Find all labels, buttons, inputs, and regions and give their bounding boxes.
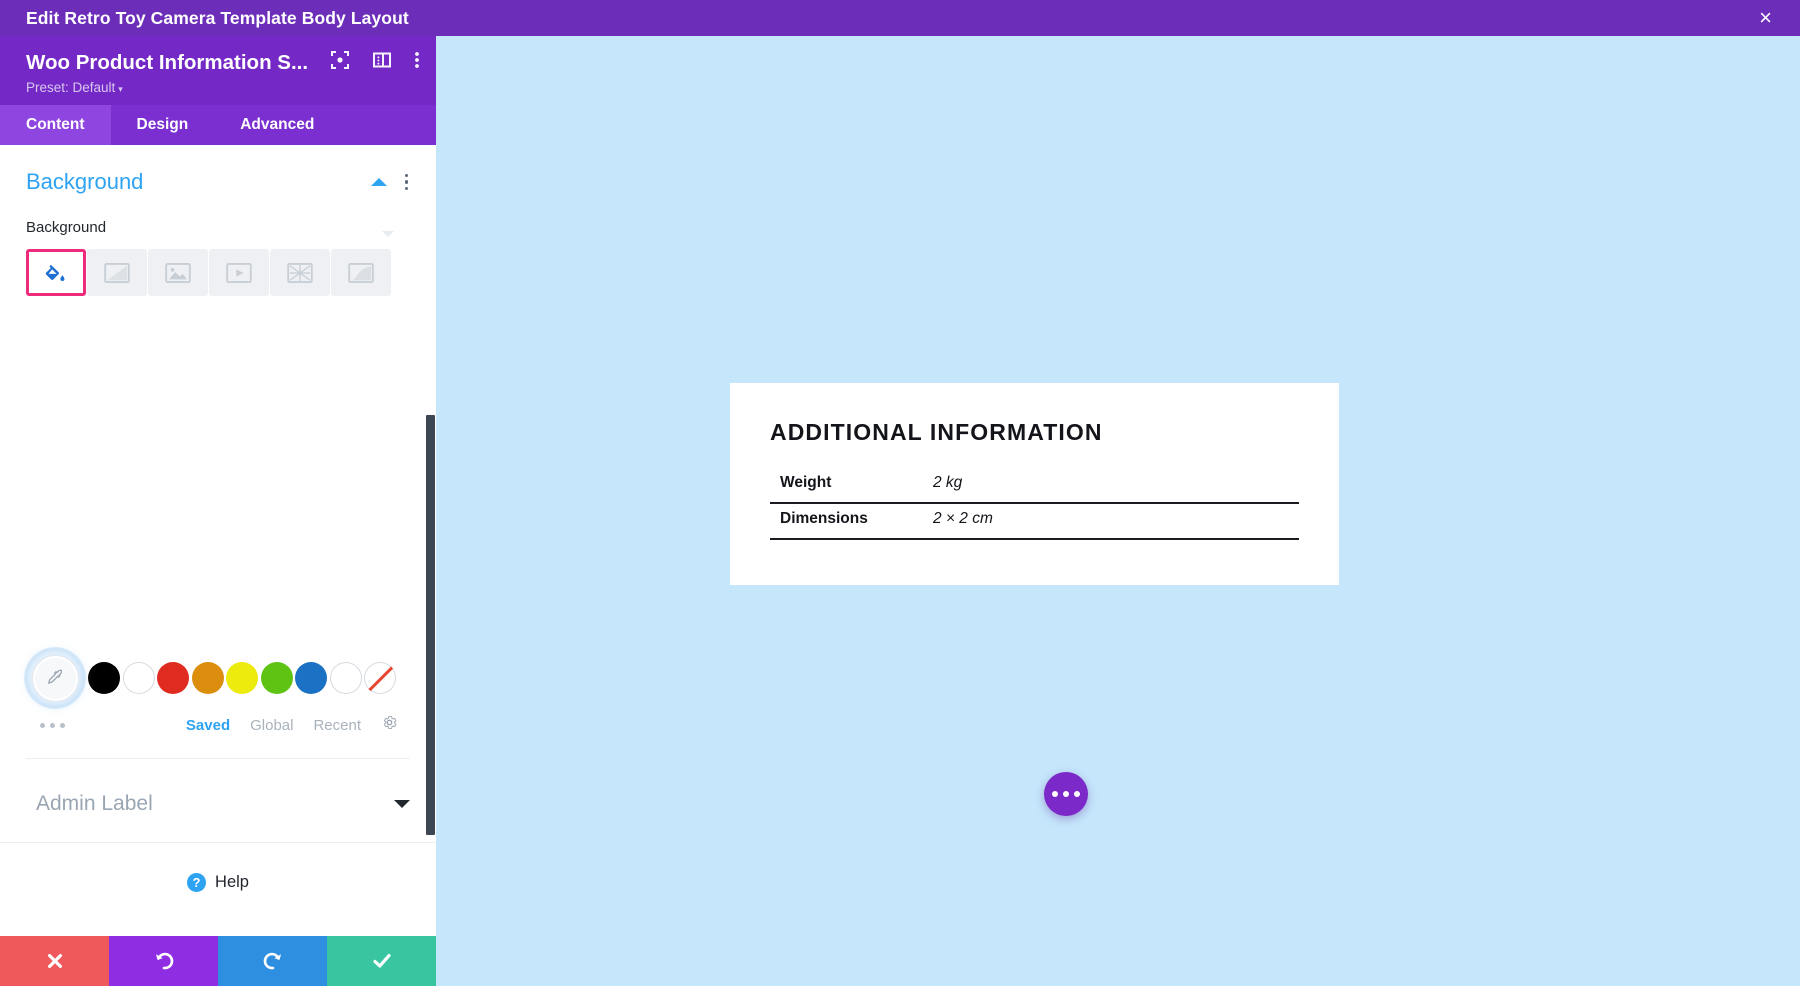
preset-label: Preset: Default bbox=[26, 80, 116, 95]
color-swatch-zone: Saved Global Recent bbox=[0, 645, 436, 759]
close-icon[interactable]: × bbox=[1753, 5, 1778, 31]
background-mask-tab[interactable] bbox=[331, 249, 391, 296]
table-row: Dimensions 2 × 2 cm bbox=[770, 503, 1299, 540]
swatch-red[interactable] bbox=[157, 662, 189, 694]
chevron-up-icon[interactable] bbox=[370, 178, 387, 186]
background-image-tab[interactable] bbox=[148, 249, 208, 296]
table-row: Weight 2 kg bbox=[770, 468, 1299, 504]
more-options-icon[interactable] bbox=[414, 50, 420, 75]
background-type-tabs bbox=[26, 249, 410, 296]
tab-design[interactable]: Design bbox=[111, 105, 215, 145]
chevron-down-icon: ▾ bbox=[118, 84, 123, 94]
background-gradient-tab[interactable] bbox=[87, 249, 147, 296]
swatch-blue[interactable] bbox=[295, 662, 327, 694]
three-dots-icon bbox=[1052, 791, 1058, 797]
panel-header: Woo Product Information S... Preset: Def… bbox=[0, 36, 436, 105]
background-color-tab[interactable] bbox=[26, 249, 86, 296]
three-dots-icon bbox=[1074, 791, 1080, 797]
panel-scrollbar[interactable] bbox=[426, 415, 435, 835]
help-icon: ? bbox=[187, 873, 207, 892]
background-pattern-tab[interactable] bbox=[270, 249, 330, 296]
swatch-yellow[interactable] bbox=[226, 662, 258, 694]
preset-selector[interactable]: Preset: Default ▾ bbox=[26, 80, 414, 95]
card-heading: ADDITIONAL INFORMATION bbox=[770, 419, 1103, 445]
panel-tabs: Content Design Advanced bbox=[0, 105, 436, 145]
collapse-hint-chevron-icon bbox=[382, 231, 394, 237]
product-attributes-table: Weight 2 kg Dimensions 2 × 2 cm bbox=[770, 468, 1299, 540]
focus-target-icon[interactable] bbox=[330, 50, 350, 75]
eyedropper-swatch[interactable] bbox=[22, 645, 88, 711]
section-title-background: Background bbox=[26, 169, 144, 194]
help-label: Help bbox=[215, 873, 249, 891]
attribute-label: Weight bbox=[770, 468, 933, 504]
swatch-white-2[interactable] bbox=[329, 662, 362, 694]
tab-content[interactable]: Content bbox=[0, 105, 111, 145]
attribute-value: 2 kg bbox=[933, 468, 1299, 504]
redo-button[interactable] bbox=[218, 936, 327, 986]
swatch-transparent[interactable] bbox=[364, 662, 396, 694]
preview-canvas: ADDITIONAL INFORMATION Weight 2 kg Dimen… bbox=[436, 36, 1800, 986]
palette-tab-recent[interactable]: Recent bbox=[313, 717, 361, 734]
admin-label-section[interactable]: Admin Label bbox=[0, 766, 436, 843]
product-information-card: ADDITIONAL INFORMATION Weight 2 kg Dimen… bbox=[730, 383, 1339, 585]
section-divider bbox=[26, 758, 410, 759]
panel-layout-icon[interactable] bbox=[372, 50, 392, 75]
section-more-options-icon[interactable] bbox=[403, 172, 411, 193]
panel-scroll-body: Background Background Saved Global Recen… bbox=[0, 145, 436, 986]
undo-button[interactable] bbox=[109, 936, 218, 986]
swatch-orange[interactable] bbox=[191, 662, 224, 694]
palette-tab-saved[interactable]: Saved bbox=[186, 717, 230, 734]
attribute-value: 2 × 2 cm bbox=[933, 503, 1299, 540]
panel-action-bar bbox=[0, 936, 436, 986]
settings-panel: Woo Product Information S... Preset: Def… bbox=[0, 36, 436, 986]
color-swatches bbox=[24, 645, 410, 711]
page-settings-fab[interactable] bbox=[1044, 772, 1088, 816]
gear-icon[interactable] bbox=[381, 714, 398, 736]
swatch-green[interactable] bbox=[260, 662, 293, 694]
admin-label-title: Admin Label bbox=[36, 792, 153, 815]
chevron-down-icon[interactable] bbox=[394, 800, 410, 808]
background-video-tab[interactable] bbox=[209, 249, 269, 296]
attribute-label: Dimensions bbox=[770, 503, 933, 540]
divi-builder-modal: Edit Retro Toy Camera Template Body Layo… bbox=[0, 0, 1800, 986]
module-title: Woo Product Information S... bbox=[26, 50, 309, 74]
cancel-button[interactable] bbox=[0, 936, 109, 986]
modal-titlebar: Edit Retro Toy Camera Template Body Layo… bbox=[0, 0, 1800, 36]
palette-tabs: Saved Global Recent bbox=[26, 714, 410, 736]
background-section: Background Background bbox=[0, 145, 436, 296]
eyedropper-icon[interactable] bbox=[32, 655, 78, 701]
tab-advanced[interactable]: Advanced bbox=[214, 105, 340, 145]
background-field-label: Background bbox=[26, 219, 107, 236]
swatch-black[interactable] bbox=[88, 662, 120, 694]
palette-tab-global[interactable]: Global bbox=[250, 717, 293, 734]
help-link[interactable]: ? Help bbox=[0, 843, 436, 892]
three-dots-icon bbox=[1063, 791, 1069, 797]
save-button[interactable] bbox=[327, 936, 436, 986]
page-title: Edit Retro Toy Camera Template Body Layo… bbox=[26, 7, 409, 28]
swatch-white[interactable] bbox=[122, 662, 155, 694]
